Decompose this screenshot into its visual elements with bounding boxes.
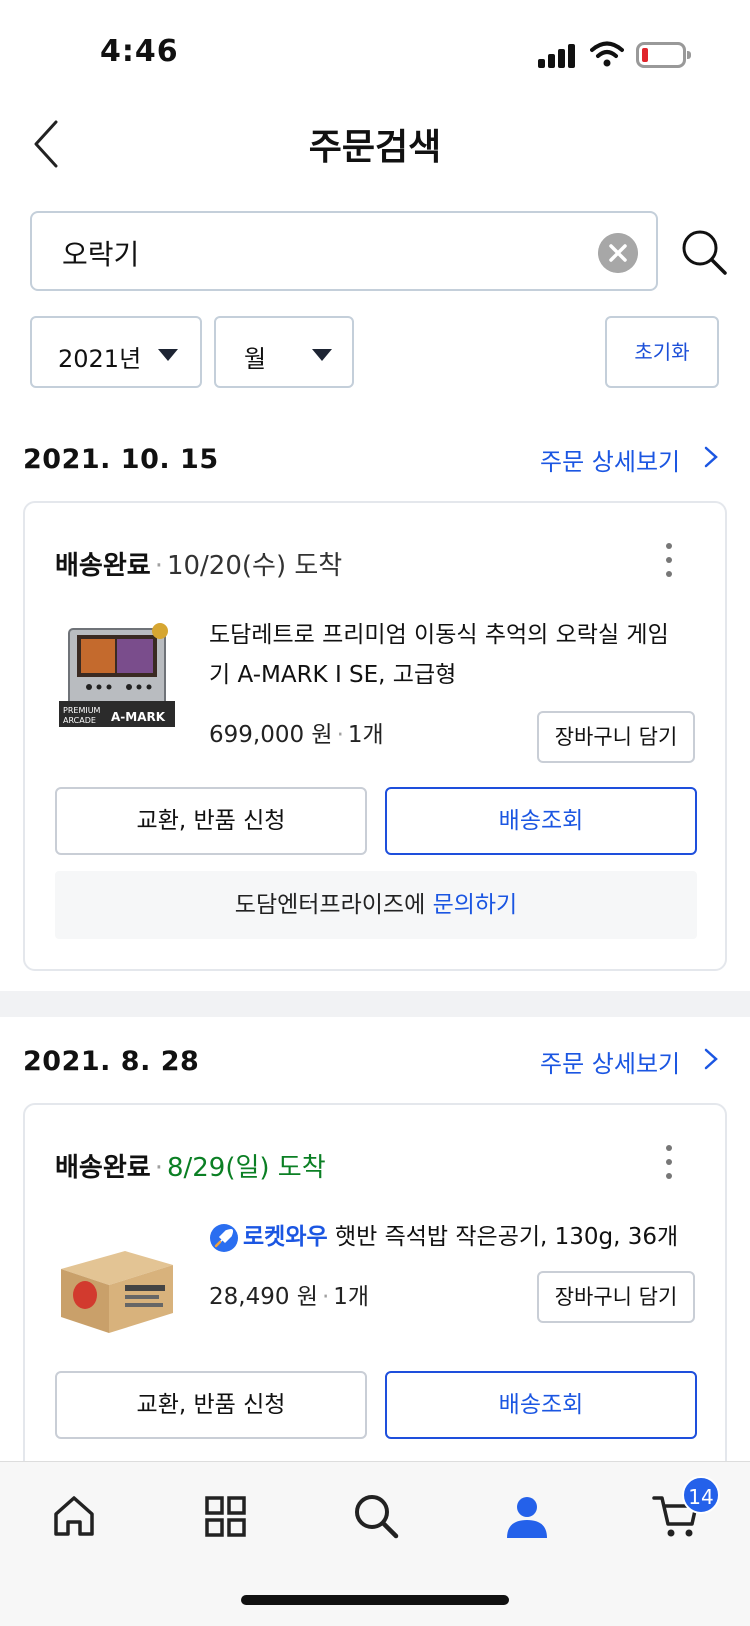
arrival-date: 10/20(수) 도착 — [166, 551, 343, 581]
search-button[interactable] — [680, 228, 728, 276]
product-image[interactable] — [55, 1229, 179, 1341]
month-select-label: 월 — [244, 345, 267, 373]
status-time: 4:46 — [100, 34, 179, 69]
more-options-icon[interactable] — [665, 1145, 673, 1179]
order-detail-label: 주문 상세보기 — [540, 448, 681, 476]
chevron-right-icon — [704, 446, 718, 468]
arrival-date: 8/29(일) 도착 — [166, 1153, 326, 1183]
rocket-icon — [210, 1223, 238, 1252]
track-delivery-button[interactable]: 배송조회 — [385, 1371, 697, 1439]
price: 28,490 원 — [209, 1284, 318, 1310]
search-icon[interactable] — [352, 1492, 400, 1540]
chevron-down-icon — [312, 349, 332, 361]
product-name-text: 햇반 즉석밥 작은공기, 130g, 36개 — [334, 1224, 679, 1250]
seller-name: 도담엔터프라이즈에 — [234, 892, 426, 918]
price: 699,000 원 — [209, 722, 333, 748]
year-select[interactable]: 2021년 — [30, 316, 202, 388]
price-line: 699,000 원 · 1개 — [209, 722, 384, 748]
quantity: 1개 — [333, 1284, 370, 1310]
image-text-amark: A-MARK — [111, 710, 166, 724]
product-image[interactable]: PREMIUM ARCADE A-MARK — [55, 621, 179, 733]
order-date: 2021. 10. 15 — [23, 444, 219, 475]
order-date: 2021. 8. 28 — [23, 1046, 200, 1077]
month-select[interactable]: 월 — [214, 316, 354, 388]
cart-count-badge: 14 — [682, 1476, 720, 1514]
order-detail-label: 주문 상세보기 — [540, 1050, 681, 1078]
page-title: 주문검색 — [308, 127, 442, 168]
home-icon[interactable] — [50, 1492, 98, 1540]
order-card: 배송완료 · 8/29(일) 도착 로켓와우 햇반 즉석밥 작은공기, 130g, … — [23, 1103, 727, 1523]
search-box — [30, 211, 658, 291]
battery-icon — [636, 42, 691, 68]
order-card: 배송완료 · 10/20(수) 도착 PREMIUM ARCADE A-MARK 도… — [23, 501, 727, 971]
product-name[interactable]: 로켓와우 햇반 즉석밥 작은공기, 130g, 36개 — [209, 1217, 687, 1257]
product-name[interactable]: 도담레트로 프리미엄 이동식 추억의 오락실 게임기 A-MARK I SE, … — [209, 615, 687, 695]
track-delivery-button[interactable]: 배송조회 — [385, 787, 697, 855]
image-text-premium: PREMIUM — [63, 706, 101, 715]
my-page-icon[interactable] — [503, 1492, 551, 1540]
cellular-signal-icon — [538, 44, 576, 68]
inquiry-link[interactable]: 문의하기 — [433, 892, 518, 918]
chevron-right-icon — [704, 1048, 718, 1070]
price-line: 28,490 원 · 1개 — [209, 1284, 370, 1310]
delivery-status: 배송완료 · 8/29(일) 도착 — [55, 1153, 326, 1183]
add-to-cart-button[interactable]: 장바구니 담기 — [537, 1271, 695, 1323]
reset-button[interactable]: 초기화 — [605, 316, 719, 388]
quantity: 1개 — [347, 722, 384, 748]
chevron-down-icon — [158, 349, 178, 361]
wifi-icon — [590, 41, 624, 67]
category-icon[interactable] — [201, 1492, 249, 1540]
image-text-arcade: ARCADE — [63, 716, 96, 725]
return-request-button[interactable]: 교환, 반품 신청 — [55, 787, 367, 855]
year-select-label: 2021년 — [58, 345, 142, 373]
search-input[interactable] — [62, 233, 582, 273]
home-indicator — [241, 1595, 509, 1605]
add-to-cart-button[interactable]: 장바구니 담기 — [537, 711, 695, 763]
delivery-status: 배송완료 · 10/20(수) 도착 — [55, 551, 343, 581]
order-detail-link[interactable]: 주문 상세보기 — [540, 1044, 718, 1079]
clear-search-button[interactable] — [598, 233, 638, 273]
seller-inquiry-bar[interactable]: 도담엔터프라이즈에 문의하기 — [55, 871, 697, 939]
return-request-button[interactable]: 교환, 반품 신청 — [55, 1371, 367, 1439]
rocket-wow-label: 로켓와우 — [243, 1224, 328, 1250]
section-divider — [0, 991, 750, 1017]
more-options-icon[interactable] — [665, 543, 673, 577]
status-label: 배송완료 — [55, 1153, 151, 1183]
status-label: 배송완료 — [55, 551, 151, 581]
order-detail-link[interactable]: 주문 상세보기 — [540, 442, 718, 477]
